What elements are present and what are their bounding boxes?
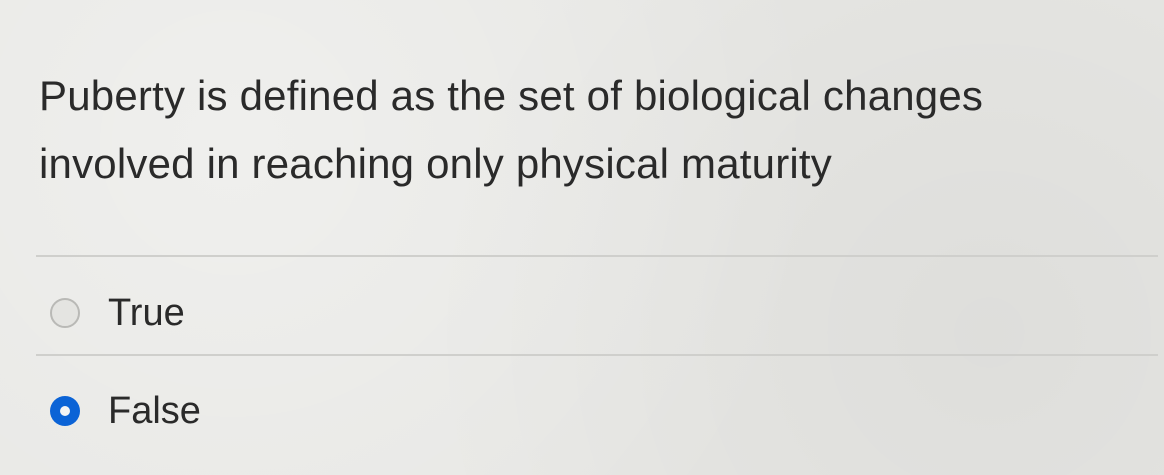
- radio-button-true[interactable]: [50, 298, 80, 328]
- answer-label-false: False: [108, 389, 201, 432]
- quiz-question-card: Puberty is defined as the set of biologi…: [0, 0, 1164, 475]
- divider: [36, 354, 1158, 356]
- radio-button-false-selected[interactable]: [50, 396, 80, 426]
- answer-label-true: True: [108, 291, 185, 334]
- divider: [36, 255, 1158, 257]
- answer-option-true[interactable]: True: [50, 283, 185, 343]
- answer-option-false[interactable]: False: [50, 381, 201, 441]
- question-text: Puberty is defined as the set of biologi…: [39, 72, 984, 187]
